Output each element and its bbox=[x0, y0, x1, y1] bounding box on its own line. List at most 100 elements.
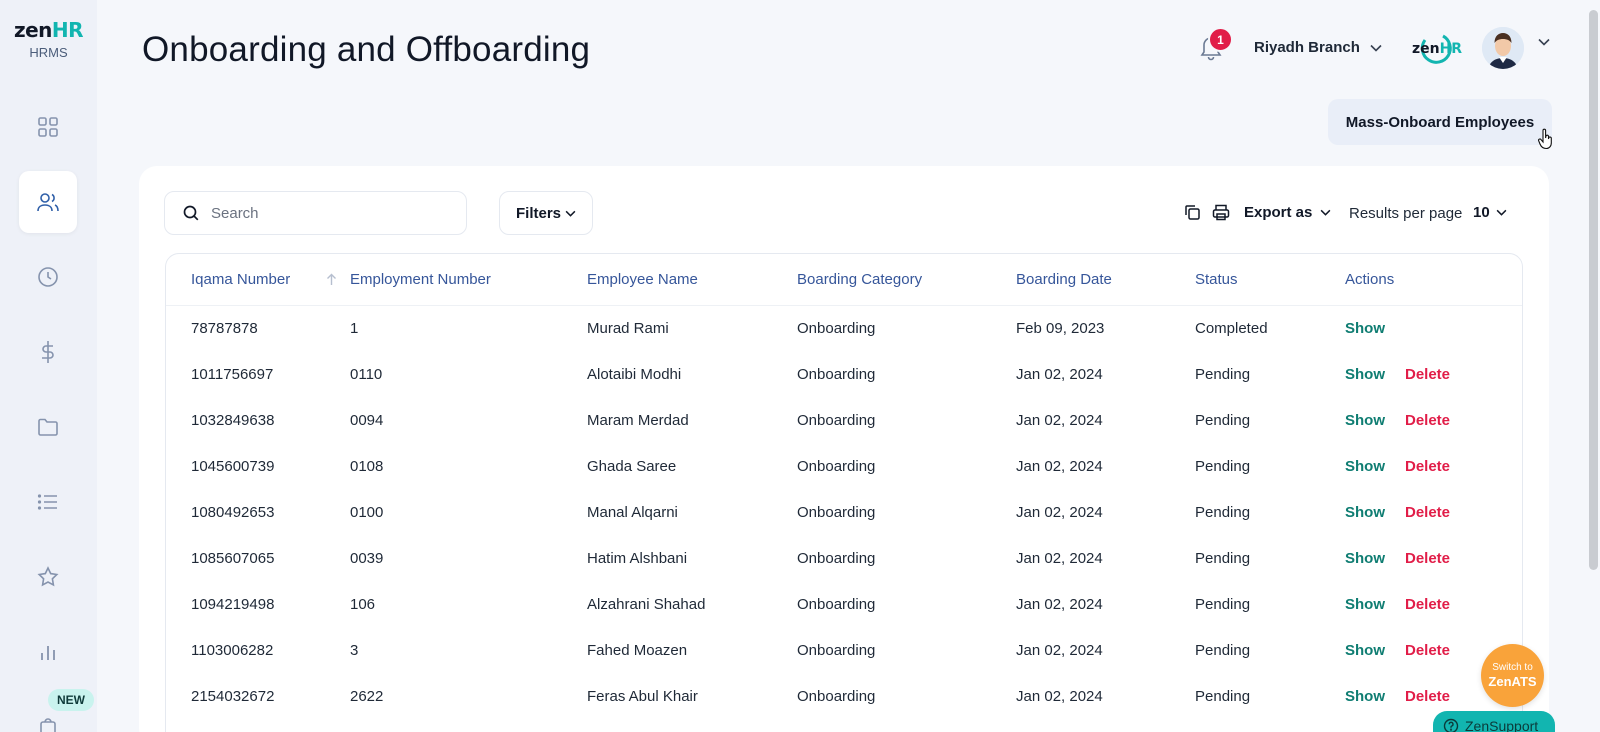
branch-selector[interactable]: Riyadh Branch bbox=[1254, 39, 1382, 56]
user-avatar[interactable] bbox=[1482, 27, 1524, 69]
cell-date: Jan 02, 2024 bbox=[1016, 365, 1103, 383]
page-title: Onboarding and Offboarding bbox=[142, 30, 591, 69]
delete-link[interactable]: Delete bbox=[1405, 366, 1450, 383]
show-link[interactable]: Show bbox=[1345, 642, 1385, 659]
cell-category: Onboarding bbox=[797, 503, 876, 521]
sidebar-item-employees[interactable] bbox=[19, 171, 77, 233]
show-link[interactable]: Show bbox=[1345, 688, 1385, 705]
cell-name: Hatim Alshbani bbox=[587, 549, 688, 567]
cell-status: Pending bbox=[1195, 687, 1251, 705]
sidebar: zenHR HRMS NEW bbox=[0, 0, 97, 732]
profile-menu-chevron-icon[interactable] bbox=[1538, 38, 1550, 46]
cell-employment: 0094 bbox=[350, 411, 384, 429]
chevron-down-icon bbox=[565, 210, 576, 217]
column-header-employment[interactable]: Employment Number bbox=[350, 254, 587, 305]
cell-category: Onboarding bbox=[797, 365, 876, 383]
show-link[interactable]: Show bbox=[1345, 320, 1385, 337]
dashboard-icon bbox=[38, 117, 58, 137]
branch-label: Riyadh Branch bbox=[1254, 39, 1360, 56]
delete-link[interactable]: Delete bbox=[1405, 596, 1450, 613]
cell-category: Onboarding bbox=[797, 595, 876, 613]
delete-link[interactable]: Delete bbox=[1405, 642, 1450, 659]
chevron-down-icon bbox=[1496, 209, 1507, 216]
show-link[interactable]: Show bbox=[1345, 550, 1385, 567]
zenhr-logo[interactable]: zenHR HRMS bbox=[0, 18, 97, 60]
zensupport-label: ZenSupport bbox=[1465, 718, 1539, 732]
chart-icon bbox=[41, 646, 55, 660]
cell-iqama: 1045600739 bbox=[191, 457, 275, 475]
print-icon[interactable] bbox=[1212, 204, 1230, 221]
zenhr-app-switcher[interactable]: zen HR bbox=[1412, 30, 1462, 68]
cell-category: Onboarding bbox=[797, 641, 876, 659]
delete-link[interactable]: Delete bbox=[1405, 688, 1450, 705]
zenats-big-label: ZenATS bbox=[1488, 674, 1537, 689]
clock-icon bbox=[38, 267, 58, 287]
filters-button[interactable]: Filters bbox=[499, 191, 593, 235]
export-dropdown[interactable]: Export as bbox=[1244, 204, 1331, 221]
cell-category: Onboarding bbox=[797, 319, 876, 337]
sidebar-item-attendance[interactable] bbox=[19, 246, 77, 308]
table-row: 1032849638 0094 Maram Merdad Onboarding … bbox=[166, 397, 1522, 443]
sidebar-item-marketplace[interactable] bbox=[19, 700, 77, 732]
cell-date: Jan 02, 2024 bbox=[1016, 549, 1103, 567]
sidebar-item-lists[interactable] bbox=[19, 471, 77, 533]
switch-to-zenats-button[interactable]: Switch to ZenATS bbox=[1481, 644, 1544, 707]
cell-name: Maram Merdad bbox=[587, 411, 689, 429]
cell-name: Manal Alqarni bbox=[587, 503, 678, 521]
cell-date: Jan 02, 2024 bbox=[1016, 411, 1103, 429]
cell-actions: Show Delete bbox=[1345, 581, 1522, 627]
column-header-status[interactable]: Status bbox=[1195, 254, 1345, 305]
search-icon bbox=[183, 205, 199, 221]
cell-category: Onboarding bbox=[797, 549, 876, 567]
table-row: 1085607065 0039 Hatim Alshbani Onboardin… bbox=[166, 535, 1522, 581]
search-input[interactable] bbox=[211, 204, 451, 222]
delete-link[interactable]: Delete bbox=[1405, 504, 1450, 521]
sort-arrow-up-icon[interactable] bbox=[326, 273, 337, 286]
cell-name: Alzahrani Shahad bbox=[587, 595, 706, 613]
cell-name: Feras Abul Khair bbox=[587, 687, 698, 705]
show-link[interactable]: Show bbox=[1345, 412, 1385, 429]
cell-name: Ghada Saree bbox=[587, 457, 677, 475]
column-header-category[interactable]: Boarding Category bbox=[797, 254, 1016, 305]
column-header-iqama-label: Iqama Number bbox=[191, 270, 291, 288]
results-per-page-select[interactable]: 10 bbox=[1473, 204, 1507, 221]
show-link[interactable]: Show bbox=[1345, 458, 1385, 475]
cell-employment: 0039 bbox=[350, 549, 384, 567]
boarding-table-container: Iqama Number Employment Number Employee … bbox=[165, 253, 1523, 732]
delete-link[interactable]: Delete bbox=[1405, 412, 1450, 429]
sidebar-item-documents[interactable] bbox=[19, 396, 77, 458]
search-box[interactable] bbox=[164, 191, 467, 235]
cell-employment: 106 bbox=[350, 595, 376, 613]
column-header-name[interactable]: Employee Name bbox=[587, 254, 797, 305]
cell-iqama: 78787878 bbox=[191, 319, 258, 337]
column-header-iqama[interactable]: Iqama Number bbox=[166, 254, 350, 305]
sidebar-item-payroll[interactable] bbox=[19, 321, 77, 383]
copy-icon[interactable] bbox=[1184, 204, 1201, 221]
table-row: 1045600739 0108 Ghada Saree Onboarding J… bbox=[166, 443, 1522, 489]
show-link[interactable]: Show bbox=[1345, 596, 1385, 613]
cell-date: Jan 02, 2024 bbox=[1016, 687, 1103, 705]
cell-iqama: 1011756697 bbox=[191, 365, 274, 383]
cell-actions: Show bbox=[1345, 305, 1522, 351]
show-link[interactable]: Show bbox=[1345, 366, 1385, 383]
table-row: 1080492653 0100 Manal Alqarni Onboarding… bbox=[166, 489, 1522, 535]
list-icon bbox=[37, 494, 57, 510]
column-header-date[interactable]: Boarding Date bbox=[1016, 254, 1195, 305]
table-row: 1094219498 106 Alzahrani Shahad Onboardi… bbox=[166, 581, 1522, 627]
page-scrollbar[interactable] bbox=[1589, 10, 1598, 570]
sidebar-item-dashboard[interactable] bbox=[19, 96, 77, 158]
sidebar-item-reports[interactable] bbox=[19, 621, 77, 683]
table-row: 78787878 1 Murad Rami Onboarding Feb 09,… bbox=[166, 305, 1522, 351]
delete-link[interactable]: Delete bbox=[1405, 458, 1450, 475]
cell-category: Onboarding bbox=[797, 457, 876, 475]
delete-link[interactable]: Delete bbox=[1405, 550, 1450, 567]
cell-name: Fahed Moazen bbox=[587, 641, 688, 659]
cell-iqama: 1032849638 bbox=[191, 411, 275, 429]
sidebar-item-performance[interactable] bbox=[19, 546, 77, 608]
results-per-page-value: 10 bbox=[1473, 204, 1490, 221]
mass-onboard-button[interactable]: Mass-Onboard Employees bbox=[1328, 99, 1552, 145]
zensupport-button[interactable]: ZenSupport bbox=[1433, 711, 1555, 732]
cell-status: Pending bbox=[1195, 503, 1251, 521]
cell-employment: 0108 bbox=[350, 457, 384, 475]
show-link[interactable]: Show bbox=[1345, 504, 1385, 521]
